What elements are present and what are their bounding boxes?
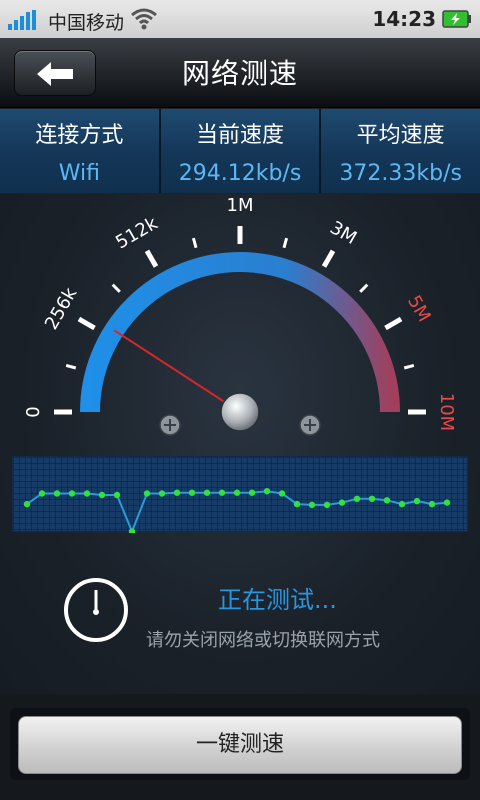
gauge-minor-tick [65,363,77,370]
gauge-needle [113,329,226,404]
gauge-tick-label: 256k [41,284,82,334]
speed-graph-point [218,489,226,496]
speed-graph [12,456,468,533]
speed-gauge: 0 256k 512k 1M 3M 5M 10M [23,195,457,436]
speed-graph-point [398,500,406,508]
testing-status-hint: 请勿关闭网络或切换联网方式 [146,630,380,651]
gauge-major-tick [321,249,336,268]
screw-icon [159,414,181,436]
speed-graph-point [338,499,346,506]
speed-graph-point [263,488,271,495]
stat-current-speed: 当前速度 294.12kb/s [160,109,322,193]
gauge-tick-label: 0 [23,406,44,417]
signal-icon [8,10,38,30]
gauge-hub [220,392,260,432]
stat-label: 当前速度 [196,123,285,148]
stat-connection-type: 连接方式 Wifi [0,109,161,193]
gauge-minor-tick [403,363,415,370]
gauge-major-tick [384,316,403,331]
stat-average-speed: 平均速度 372.33kb/s [321,109,480,193]
one-click-speed-test-button[interactable]: 一键测速 [18,716,462,774]
speed-graph-point [83,490,91,497]
stats-panel: 连接方式 Wifi 当前速度 294.12kb/s 平均速度 372.33kb/… [0,109,480,193]
title-bar: 网络测速 [0,38,480,108]
speed-graph-point [443,499,451,506]
timer-icon [64,578,128,642]
screw-icon [299,414,321,436]
speed-graph-point [413,497,421,505]
speed-graph-point [278,490,286,497]
speed-graph-point [188,489,196,496]
bottom-bar: 一键测速 [0,694,480,800]
speed-graph-point [353,495,361,502]
speed-graph-point [428,500,436,508]
gauge-tick-label: 10M [436,393,457,431]
speed-graph-point [98,491,106,499]
stat-label: 平均速度 [356,123,445,148]
page-title: 网络测速 [181,57,298,90]
speed-graph-line [26,490,448,533]
speed-graph-point [38,490,46,497]
speed-graph-point [23,500,31,508]
speed-graph-point [308,501,316,509]
gauge-major-tick [144,249,159,268]
speed-graph-point [248,489,256,496]
speed-graph-point [293,500,301,508]
stat-value: Wifi [58,161,100,186]
carrier-name: 中国移动 [48,12,125,34]
stat-value: 372.33kb/s [339,161,462,186]
battery-charging-icon [442,10,471,28]
speed-graph-point [158,490,166,497]
gauge-minor-tick [359,283,369,293]
speed-graph-point [68,490,76,497]
speed-graph-point [233,489,241,496]
speed-graph-point [173,489,181,496]
speed-graph-point [143,490,151,497]
gauge-tick-label: 1M [227,195,254,216]
gauge-area: 0 256k 512k 1M 3M 5M 10M 正在测试... 请勿关闭网络或切换联网方式 [0,194,480,694]
gauge-minor-tick [111,283,121,293]
speed-graph-plot [23,488,451,533]
wifi-icon [131,8,157,30]
speed-graph-point [128,528,136,533]
stat-value: 294.12kb/s [178,161,302,186]
gauge-minor-tick [191,237,198,249]
stat-label: 连接方式 [35,123,124,148]
gauge-tick-label: 3M [326,217,360,249]
speed-graph-point [53,490,61,497]
gauge-arc [80,252,400,413]
gauge-major-tick [77,316,96,331]
speed-graph-point [383,497,391,504]
gauge-minor-tick [282,237,289,249]
speed-graph-point [113,491,121,499]
speed-graph-point [368,495,376,502]
speed-graph-point [203,489,211,496]
status-bar: 中国移动 14:23 [0,0,480,38]
testing-status-title: 正在测试... [218,586,337,614]
gauge-tick-label: 512k [112,213,162,254]
speed-graph-point [323,501,331,509]
clock: 14:23 [372,7,436,31]
gauge-tick-label: 5M [403,292,435,326]
